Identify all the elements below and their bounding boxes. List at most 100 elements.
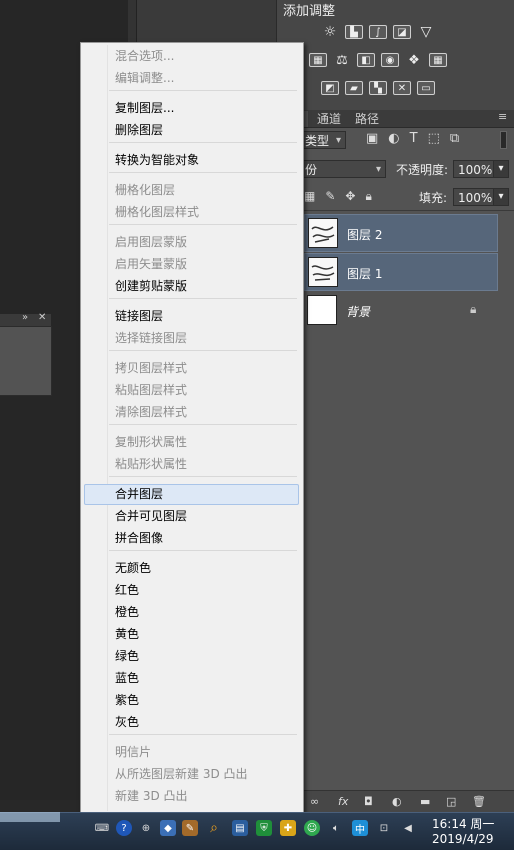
shield-icon[interactable]: ⛨ [256, 820, 272, 836]
vibrance-icon[interactable]: ▽ [417, 24, 435, 40]
blend-mode-value: 份 [305, 163, 318, 177]
opacity-field[interactable]: 100% ▾ [453, 160, 509, 178]
layer-row[interactable]: 背景 🔒︎ [304, 292, 498, 330]
link-icon[interactable]: ∞ [310, 795, 319, 808]
opacity-dropdown-icon[interactable]: ▾ [493, 160, 509, 178]
menu-item[interactable]: 转换为智能对象 [115, 153, 199, 167]
app-cube-icon[interactable]: ◆ [160, 820, 176, 836]
filter-toggle[interactable] [500, 131, 507, 149]
posterize-icon[interactable]: ▰ [345, 81, 363, 95]
menu-item[interactable]: 创建剪贴蒙版 [115, 279, 187, 293]
menu-item[interactable]: 黄色 [115, 627, 139, 641]
fill-field[interactable]: 100% ▾ [453, 188, 509, 206]
layer-row[interactable]: 图层 2 [304, 214, 498, 252]
menu-item[interactable]: 链接图层 [115, 309, 163, 323]
menu-item[interactable]: 复制图层... [115, 101, 174, 115]
app-brush-icon[interactable]: ✎ [182, 820, 198, 836]
menu-item: 编辑调整... [115, 71, 175, 85]
menu-item[interactable]: 绿色 [115, 649, 139, 663]
monitor-icon[interactable]: ▤ [232, 820, 248, 836]
layer-context-menu: 混合选项... 编辑调整... 复制图层... 删除图层 转换为智能对象 栅格化图层 栅格化… [80, 42, 304, 814]
menu-separator [109, 350, 297, 351]
curves-icon[interactable]: ∫ [369, 25, 387, 39]
menu-item[interactable]: 合并图层 [115, 487, 163, 501]
menu-item[interactable]: 无颜色 [115, 561, 151, 575]
clock-time[interactable]: 16:14 周一 [432, 815, 494, 832]
layer-thumbnail [308, 218, 338, 248]
blend-mode-select[interactable]: 份 [300, 160, 386, 179]
menu-item[interactable]: 紫色 [115, 693, 139, 707]
new-layer-icon[interactable]: ◲ [446, 795, 456, 808]
volume-icon[interactable]: ◀ [400, 820, 416, 836]
color-lookup-icon[interactable]: ▦ [429, 53, 447, 67]
color-balance-icon[interactable]: ⚖ [333, 53, 351, 68]
shape-filter-icon[interactable]: ⬚ [428, 131, 440, 146]
levels-icon[interactable]: ▙ [345, 25, 363, 39]
menu-separator [109, 172, 297, 173]
invert-icon[interactable]: ◩ [321, 81, 339, 95]
panel-menu-icon[interactable]: ≡ [498, 110, 507, 123]
mask-icon[interactable]: ◘ [364, 795, 373, 808]
help-icon[interactable]: ? [116, 820, 132, 836]
smart-object-filter-icon[interactable]: ⧉ [450, 131, 459, 146]
wechat-icon[interactable]: ☺ [304, 820, 320, 836]
ime-icon[interactable]: 中 [352, 820, 368, 836]
lock-position-icon[interactable]: ✥ [345, 189, 355, 204]
divider [300, 210, 514, 211]
folder-icon[interactable]: ▬ [420, 795, 430, 808]
tab-channels[interactable]: 通道 [312, 111, 346, 127]
adjustment-filter-icon[interactable]: ◐ [388, 131, 399, 146]
collapsed-panel-header[interactable]: » ✕ [0, 312, 51, 326]
threshold-icon[interactable]: ▚ [369, 81, 387, 95]
keyboard-icon[interactable]: ⌨ [94, 820, 110, 836]
fill-dropdown-icon[interactable]: ▾ [493, 188, 509, 206]
selective-color-icon[interactable]: ✕ [393, 81, 411, 95]
input-method-icon[interactable]: ⊕ [138, 820, 154, 836]
expand-icon[interactable]: » [22, 312, 28, 323]
speaker-icon[interactable]: 🔈︎ [328, 820, 344, 836]
network-icon[interactable]: ⊡ [376, 820, 392, 836]
tab-paths[interactable]: 路径 [350, 111, 384, 127]
menu-item[interactable]: 蓝色 [115, 671, 139, 685]
adjustment-icon[interactable]: ◐ [392, 795, 402, 808]
menu-separator [109, 734, 297, 735]
security-app-icon[interactable]: ✚ [280, 820, 296, 836]
black-white-icon[interactable]: ◧ [357, 53, 375, 67]
menu-item[interactable]: 删除图层 [115, 123, 163, 137]
menu-separator [109, 224, 297, 225]
exposure-icon[interactable]: ◪ [393, 25, 411, 39]
menu-item: 新建 3D 凸出 [115, 789, 188, 803]
menu-item[interactable]: 红色 [115, 583, 139, 597]
trash-icon[interactable]: 🗑︎ [472, 795, 486, 808]
pixel-filter-icon[interactable]: ▣ [366, 131, 378, 146]
layer-thumbnail [308, 257, 338, 287]
lock-transparent-icon[interactable]: ▦ [304, 189, 315, 204]
search-icon[interactable]: ⌕ [206, 820, 222, 836]
lock-all-icon[interactable]: 🔒︎ [365, 189, 371, 204]
menu-item[interactable]: 拼合图像 [115, 531, 163, 545]
photo-filter-icon[interactable]: ◉ [381, 53, 399, 67]
menu-item: 栅格化图层 [115, 183, 176, 197]
lock-pixels-icon[interactable]: ✎ [325, 189, 335, 204]
taskbar-button[interactable] [0, 812, 60, 822]
type-filter-icon[interactable]: T [410, 131, 418, 146]
opacity-value: 100% [458, 163, 493, 177]
brightness-icon[interactable]: ☼ [321, 24, 339, 40]
menu-item[interactable]: 灰色 [115, 715, 139, 729]
menu-item: 启用图层蒙版 [115, 235, 188, 249]
close-icon[interactable]: ✕ [38, 312, 46, 323]
gradient-map-icon[interactable]: ▭ [417, 81, 435, 95]
adjustments-title: 添加调整 [283, 4, 336, 19]
layer-row[interactable]: 图层 1 [304, 253, 498, 291]
filter-kind-value: 类型 [305, 134, 330, 148]
menu-item: 粘贴图层样式 [115, 383, 188, 397]
clock-date[interactable]: 2019/4/29 [432, 832, 494, 846]
menu-item: 拷贝图层样式 [115, 361, 188, 375]
menu-item[interactable]: 合并可见图层 [115, 509, 187, 523]
fx-icon[interactable]: fx [338, 795, 348, 808]
collapsed-panel [0, 326, 52, 396]
menu-item[interactable]: 橙色 [115, 605, 139, 619]
hue-saturation-icon[interactable]: ▦ [309, 53, 327, 67]
filter-kind-select[interactable]: 类型 [300, 131, 346, 150]
channel-mixer-icon[interactable]: ❖ [405, 53, 423, 68]
